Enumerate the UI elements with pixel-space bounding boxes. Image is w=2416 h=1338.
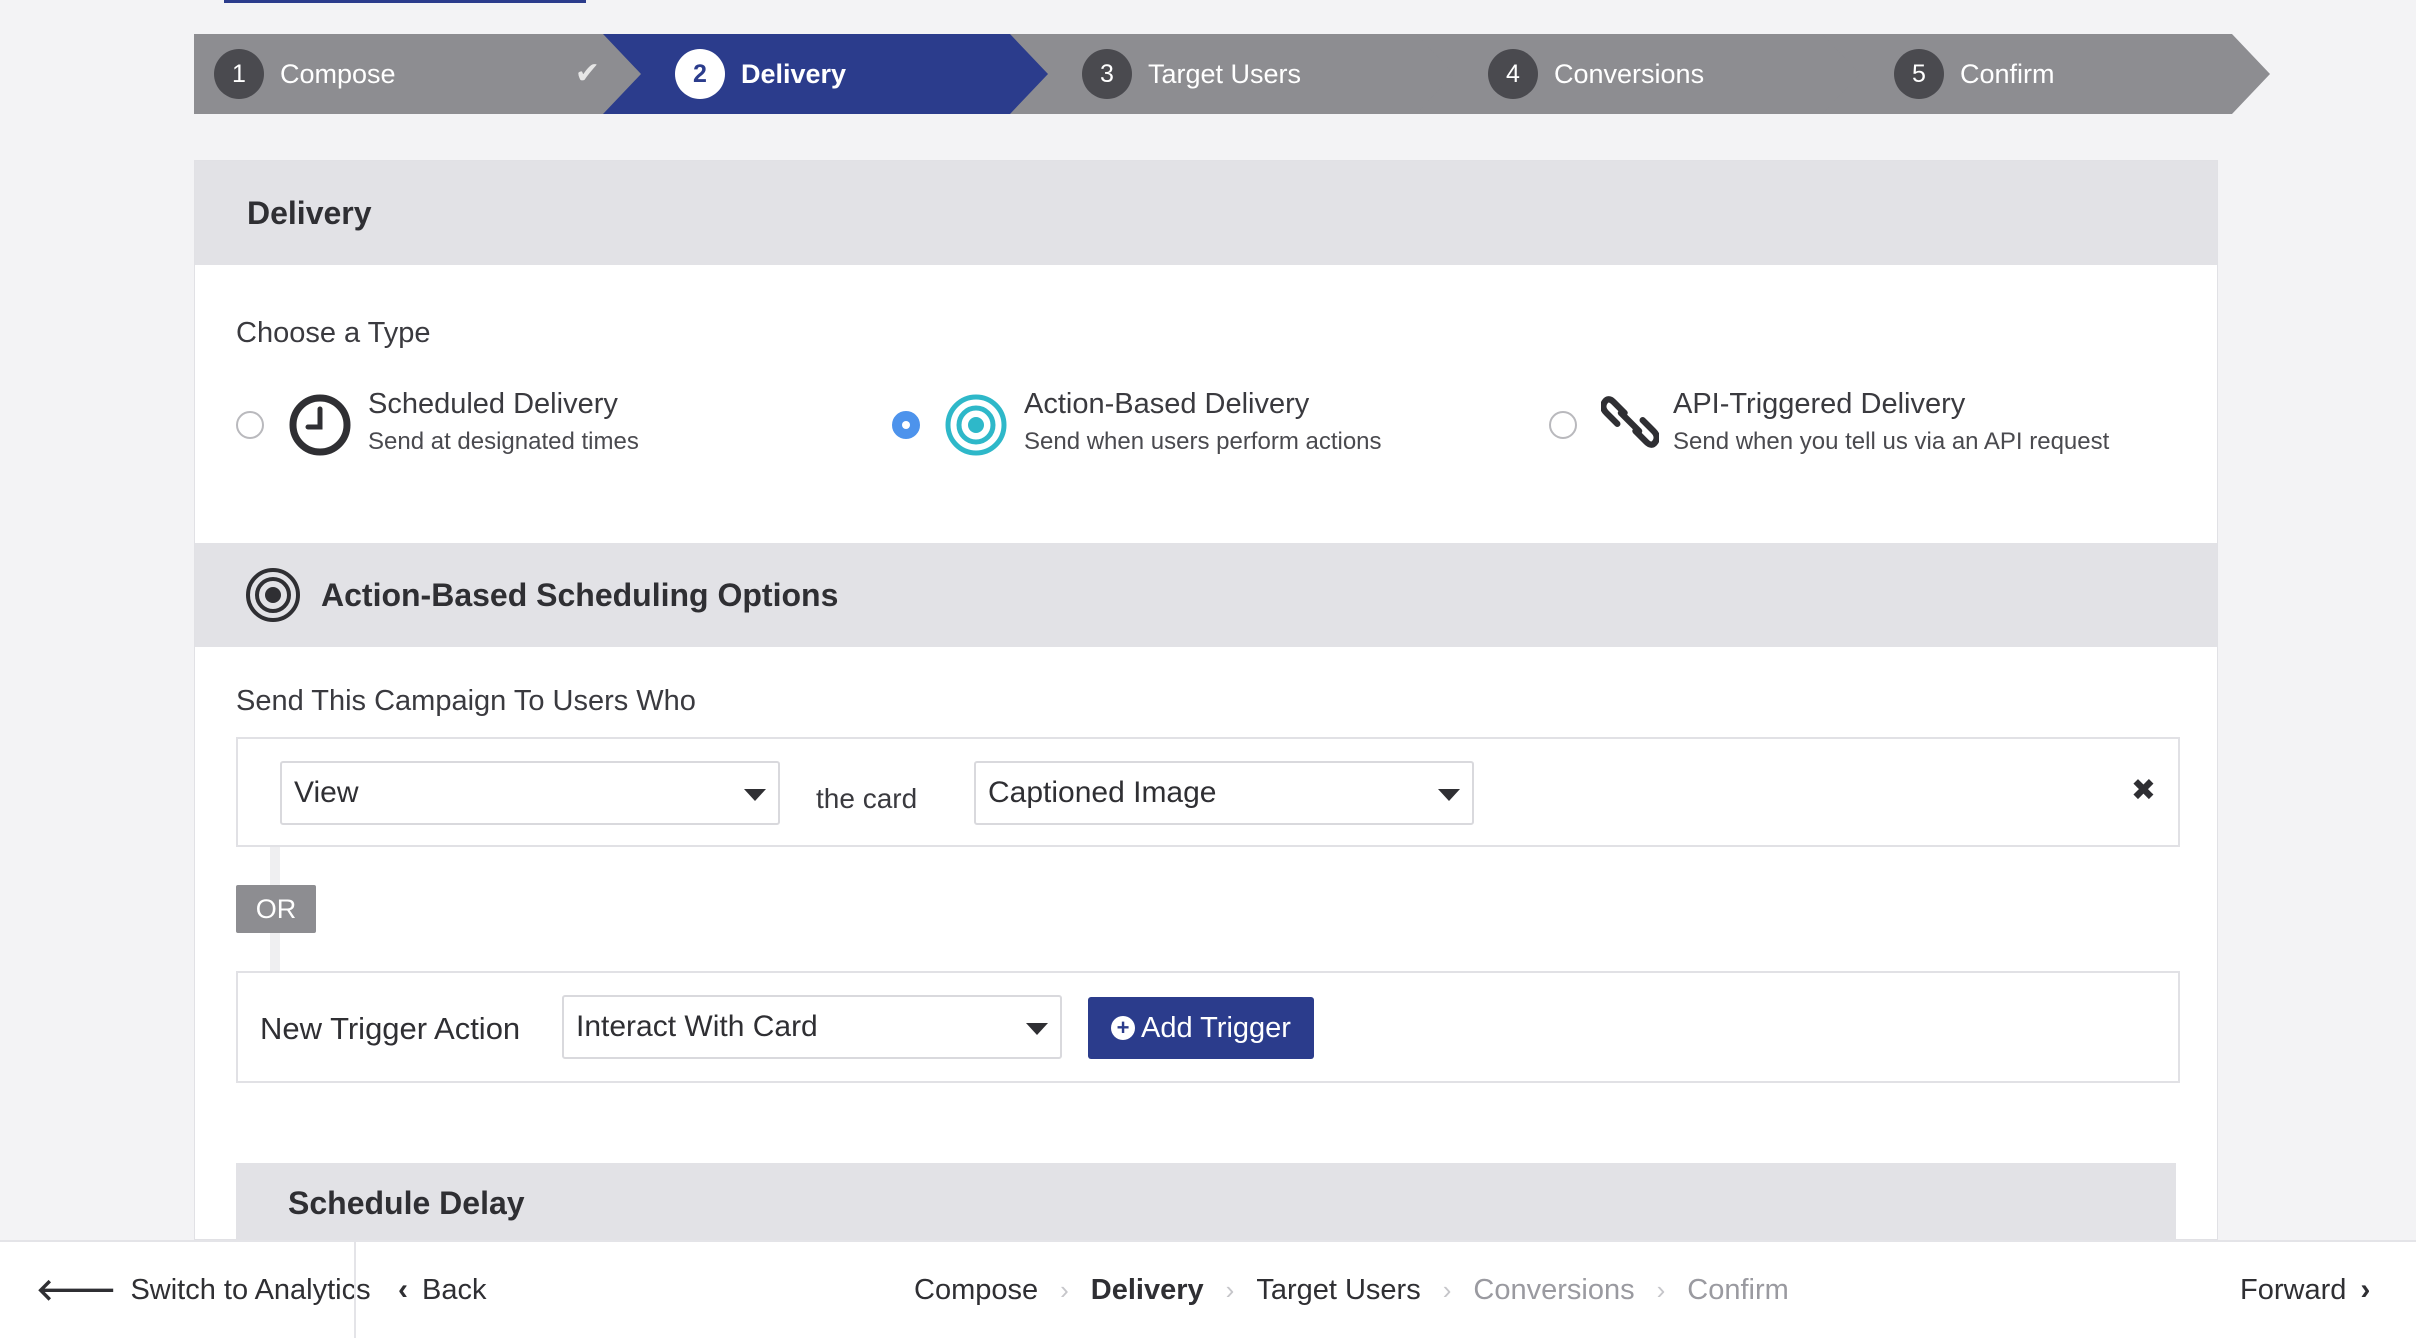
- crumb-delivery[interactable]: Delivery: [1091, 1274, 1204, 1307]
- crumb-confirm: Confirm: [1687, 1273, 1789, 1306]
- switch-to-analytics-button[interactable]: 🡐 Switch to Analytics: [22, 1242, 371, 1338]
- delivery-panel: Delivery Choose a Type Scheduled Deliver…: [194, 160, 2218, 1243]
- chevron-left-icon: ‹: [398, 1273, 408, 1306]
- step-compose[interactable]: 1 Compose ✔: [194, 34, 642, 114]
- step-number: 2: [675, 49, 725, 99]
- step-label: Target Users: [1148, 58, 1302, 89]
- add-trigger-label: Add Trigger: [1141, 1011, 1291, 1044]
- radio-scheduled[interactable]: [236, 411, 264, 439]
- step-number: 4: [1488, 49, 1538, 99]
- forward-label: Forward: [2240, 1273, 2347, 1306]
- chevron-right-icon: ›: [1442, 1274, 1452, 1305]
- action-options-header: Action-Based Scheduling Options: [195, 543, 2217, 647]
- radio-api-triggered[interactable]: [1549, 411, 1577, 439]
- new-trigger-select[interactable]: Interact With Card: [562, 995, 1062, 1059]
- chevron-right-icon: ›: [1060, 1274, 1069, 1305]
- type-title: Scheduled Delivery: [368, 388, 618, 420]
- type-option-api-triggered[interactable]: API-Triggered Delivery Send when you tel…: [1549, 383, 2109, 463]
- step-label: Compose: [280, 58, 396, 89]
- action-select[interactable]: View: [280, 761, 780, 825]
- send-campaign-label: Send This Campaign To Users Who: [236, 685, 696, 717]
- close-icon[interactable]: ✖: [2131, 773, 2156, 808]
- or-badge: OR: [236, 885, 316, 933]
- switch-label: Switch to Analytics: [130, 1273, 371, 1306]
- card-select[interactable]: Captioned Image: [974, 761, 1474, 825]
- step-label: Delivery: [741, 58, 847, 89]
- back-button[interactable]: ‹ Back: [384, 1242, 486, 1338]
- forward-button[interactable]: Forward ›: [2240, 1242, 2384, 1338]
- trigger-row: View the card Captioned Image ✖: [236, 737, 2180, 847]
- chevron-down-icon: [1438, 789, 1460, 801]
- type-subtitle: Send at designated times: [368, 428, 639, 455]
- add-trigger-button[interactable]: + Add Trigger: [1088, 997, 1314, 1059]
- crumb-target-users[interactable]: Target Users: [1256, 1274, 1420, 1307]
- chevron-down-icon: [744, 789, 766, 801]
- chevron-right-icon: ›: [1225, 1274, 1235, 1305]
- new-trigger-select-value: Interact With Card: [576, 1010, 818, 1043]
- arrow-left-icon: 🡐: [36, 1274, 117, 1307]
- step-label: Confirm: [1960, 58, 2055, 89]
- type-title: API-Triggered Delivery: [1673, 388, 1966, 420]
- delivery-header: Delivery: [195, 161, 2217, 265]
- active-tab-underline: [224, 0, 586, 3]
- footer-bar: 🡐 Switch to Analytics ‹ Back Compose › D…: [0, 1240, 2416, 1338]
- chevron-right-icon: ›: [1656, 1274, 1666, 1305]
- new-trigger-row: New Trigger Action Interact With Card + …: [236, 971, 2180, 1083]
- schedule-delay-header: Schedule Delay: [236, 1163, 2176, 1243]
- plus-circle-icon: +: [1111, 1016, 1136, 1040]
- clock-icon: [289, 394, 351, 456]
- step-number: 5: [1894, 49, 1944, 99]
- target-icon: [246, 568, 300, 622]
- type-option-scheduled[interactable]: Scheduled Delivery Send at designated ti…: [236, 383, 639, 463]
- card-select-value: Captioned Image: [988, 776, 1217, 809]
- type-title: Action-Based Delivery: [1024, 388, 1310, 420]
- target-icon: [945, 394, 1007, 456]
- step-number: 1: [214, 49, 264, 99]
- chevron-down-icon: [1026, 1023, 1048, 1035]
- step-conversions[interactable]: 4 Conversions: [1416, 34, 1864, 114]
- step-delivery[interactable]: 2 Delivery: [603, 34, 1051, 114]
- back-label: Back: [422, 1273, 487, 1306]
- check-icon: ✔: [574, 57, 600, 90]
- wizard-stepper: 1 Compose ✔ 2 Delivery 3 Target Users 4 …: [194, 34, 2270, 114]
- crumb-compose[interactable]: Compose: [914, 1274, 1038, 1307]
- action-select-value: View: [294, 776, 359, 809]
- crumb-conversions: Conversions: [1473, 1273, 1635, 1306]
- choose-type-label: Choose a Type: [236, 317, 431, 349]
- type-subtitle: Send when you tell us via an API request: [1673, 428, 2110, 455]
- footer-divider: [354, 1242, 356, 1338]
- type-option-action-based[interactable]: Action-Based Delivery Send when users pe…: [892, 383, 1382, 463]
- chevron-right-icon: ›: [2360, 1273, 2371, 1306]
- radio-action-based[interactable]: [892, 411, 920, 439]
- new-trigger-label: New Trigger Action: [260, 1011, 521, 1046]
- breadcrumb: Compose › Delivery › Target Users › Conv…: [914, 1242, 1789, 1338]
- connector-text: the card: [816, 783, 918, 814]
- step-confirm[interactable]: 5 Confirm: [1822, 34, 2270, 114]
- action-options-title: Action-Based Scheduling Options: [321, 576, 839, 613]
- link-icon: [1601, 396, 1659, 448]
- step-label: Conversions: [1554, 58, 1705, 89]
- step-target-users[interactable]: 3 Target Users: [1010, 34, 1458, 114]
- type-subtitle: Send when users perform actions: [1024, 428, 1382, 455]
- step-number: 3: [1082, 49, 1132, 99]
